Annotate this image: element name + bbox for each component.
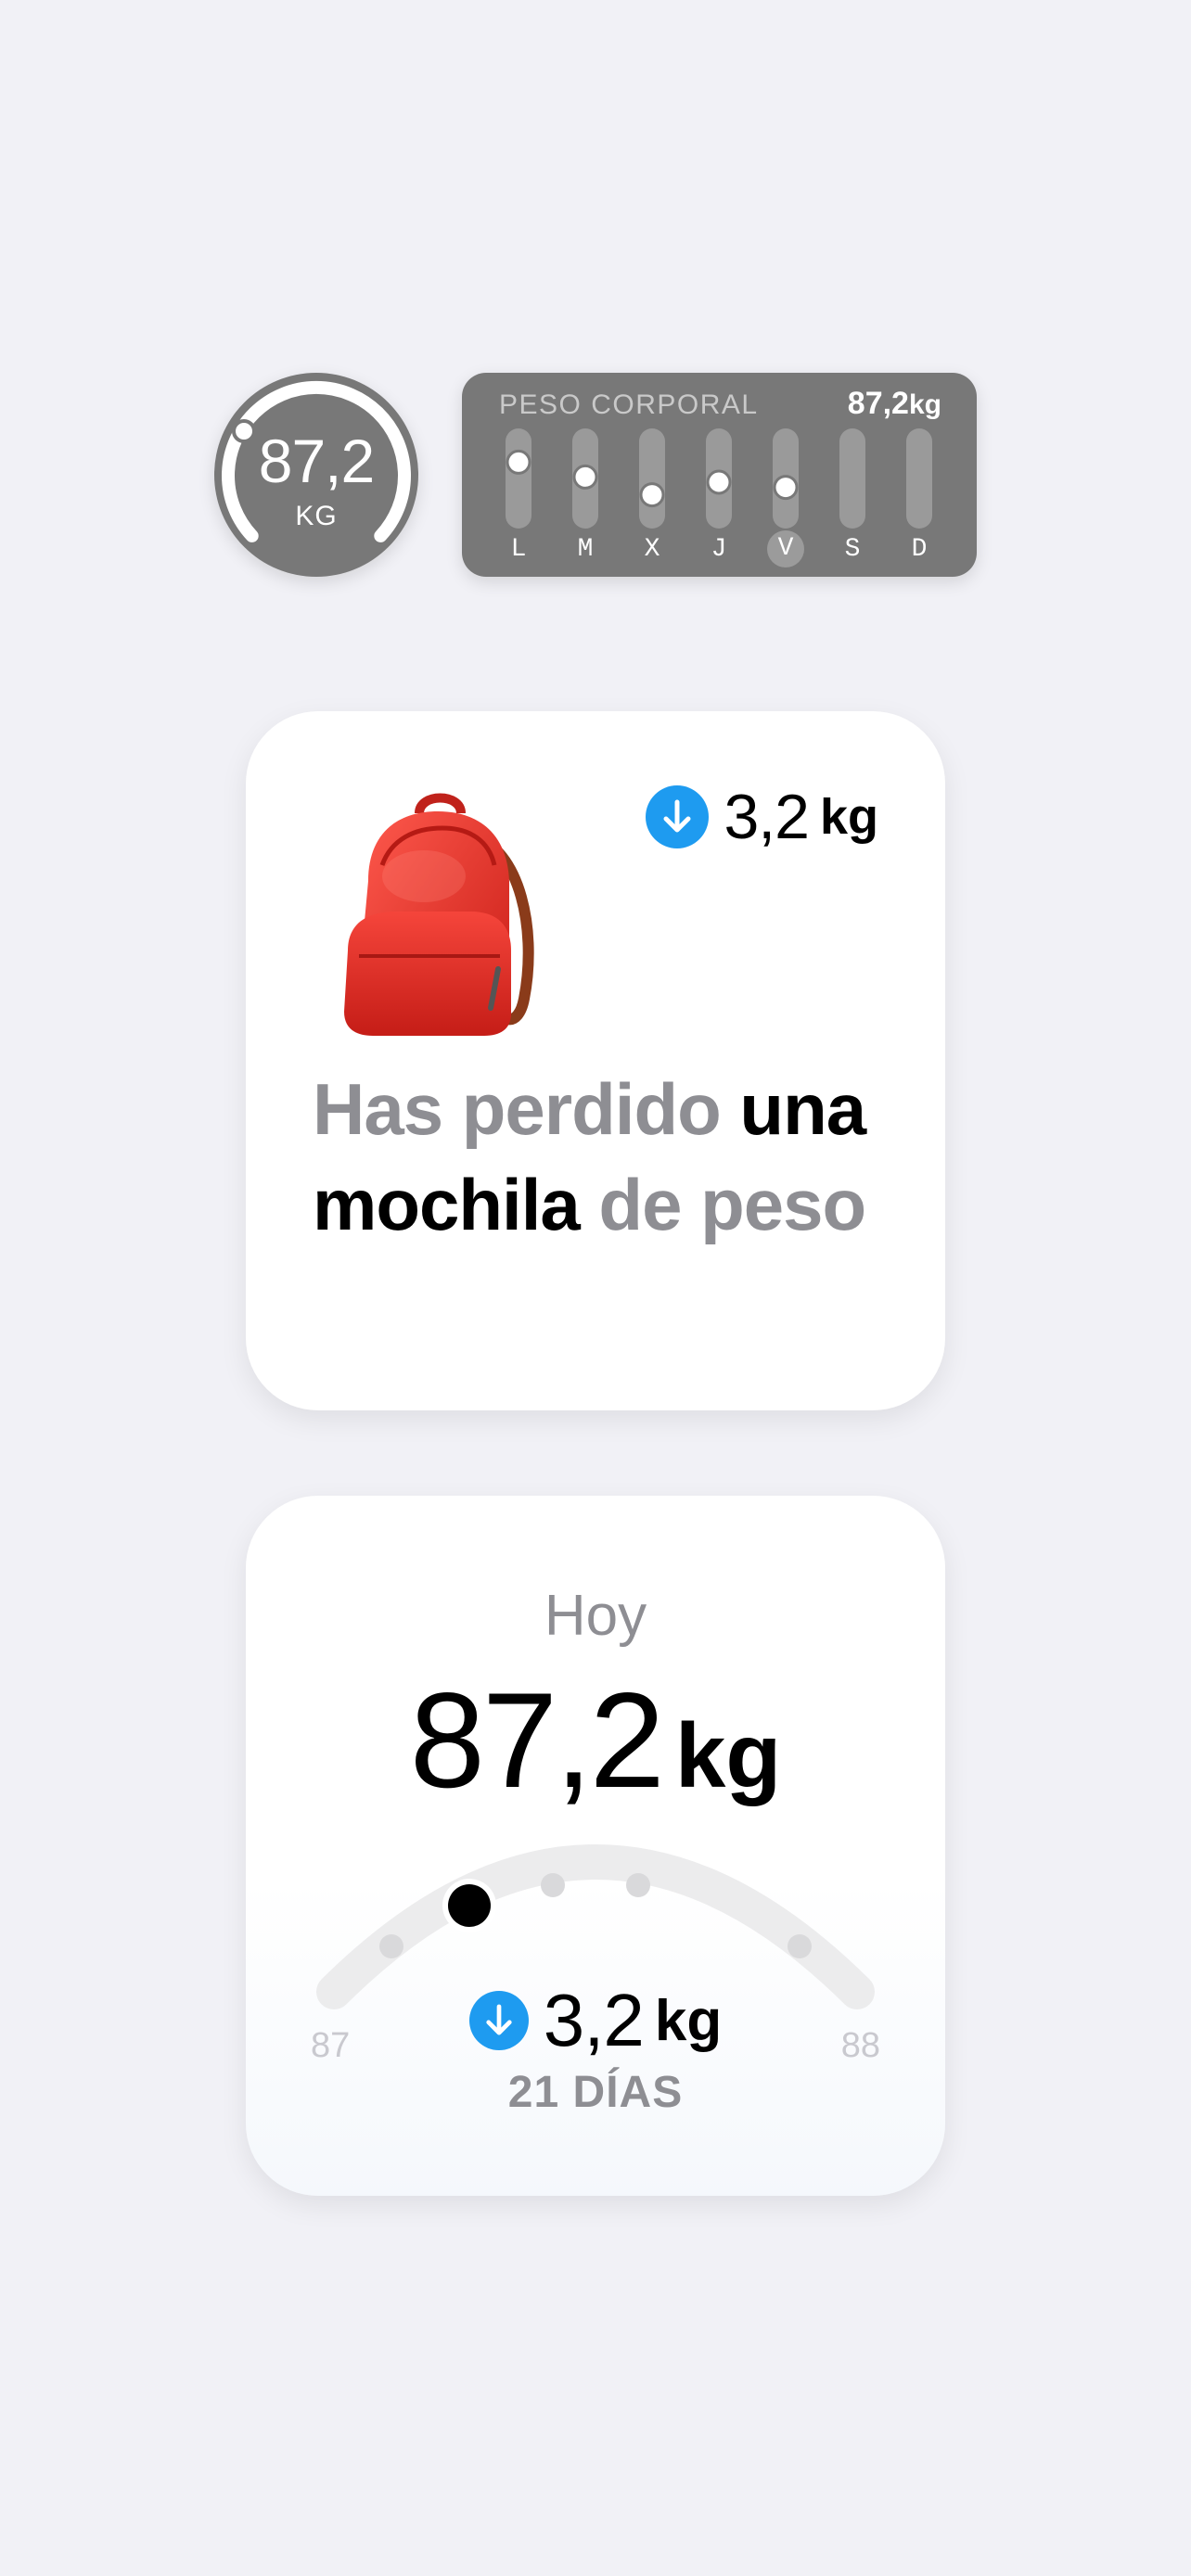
day-value-dot-M xyxy=(572,464,598,490)
circle-weight-value: 87,2 xyxy=(258,427,375,495)
day-label-V: V xyxy=(767,530,804,567)
day-label-L: L xyxy=(510,535,527,564)
backpack-icon xyxy=(344,793,534,1036)
day-track-X xyxy=(639,428,665,529)
weight-lost-value: 3,2 xyxy=(724,782,810,852)
weekly-weight-widget[interactable]: PESO CORPORAL 87,2kg LMXJVSD xyxy=(462,373,977,577)
arrow-down-icon xyxy=(468,1991,529,2050)
day-value-dot-J xyxy=(706,469,732,495)
current-weight-marker xyxy=(448,1884,491,1927)
days-period-label: 21 DÍAS xyxy=(507,2068,684,2117)
circle-weight-unit: KG xyxy=(295,501,338,531)
backpack-headline: Has perdido una mochila de peso xyxy=(313,1068,866,1245)
today-weight-card[interactable]: Hoy 87,2 kg 87 88 3,2 kg 21 DÍAS xyxy=(246,1496,945,2196)
weight-circle-widget[interactable]: 87,2 KG xyxy=(214,373,418,577)
day-track-L xyxy=(506,428,531,529)
weight-lost-unit: kg xyxy=(819,789,878,845)
today-delta-badge: 3,2 kg xyxy=(246,1978,945,2063)
day-value-dot-X xyxy=(639,482,665,508)
arrow-down-icon xyxy=(646,785,710,848)
day-label-D: D xyxy=(911,535,928,564)
day-label-J: J xyxy=(711,535,727,564)
day-track-S xyxy=(839,428,865,529)
weight-lost-badge: 3,2 kg xyxy=(646,781,878,853)
gauge-tick xyxy=(788,1934,812,1958)
gauge-tick xyxy=(626,1873,650,1897)
day-value-dot-V xyxy=(773,475,799,501)
day-label-X: X xyxy=(644,535,660,564)
day-value-dot-L xyxy=(506,449,531,475)
gauge-tick xyxy=(379,1934,403,1958)
day-label-M: M xyxy=(577,535,594,564)
today-delta-unit: kg xyxy=(654,1988,723,2053)
day-track-D xyxy=(906,428,932,529)
gauge-tick xyxy=(541,1873,565,1897)
today-delta-value: 3,2 xyxy=(543,1979,645,2061)
day-label-S: S xyxy=(844,535,861,564)
backpack-comparison-card[interactable]: 3,2 kg Has perdido una mochila de peso xyxy=(246,711,945,1410)
